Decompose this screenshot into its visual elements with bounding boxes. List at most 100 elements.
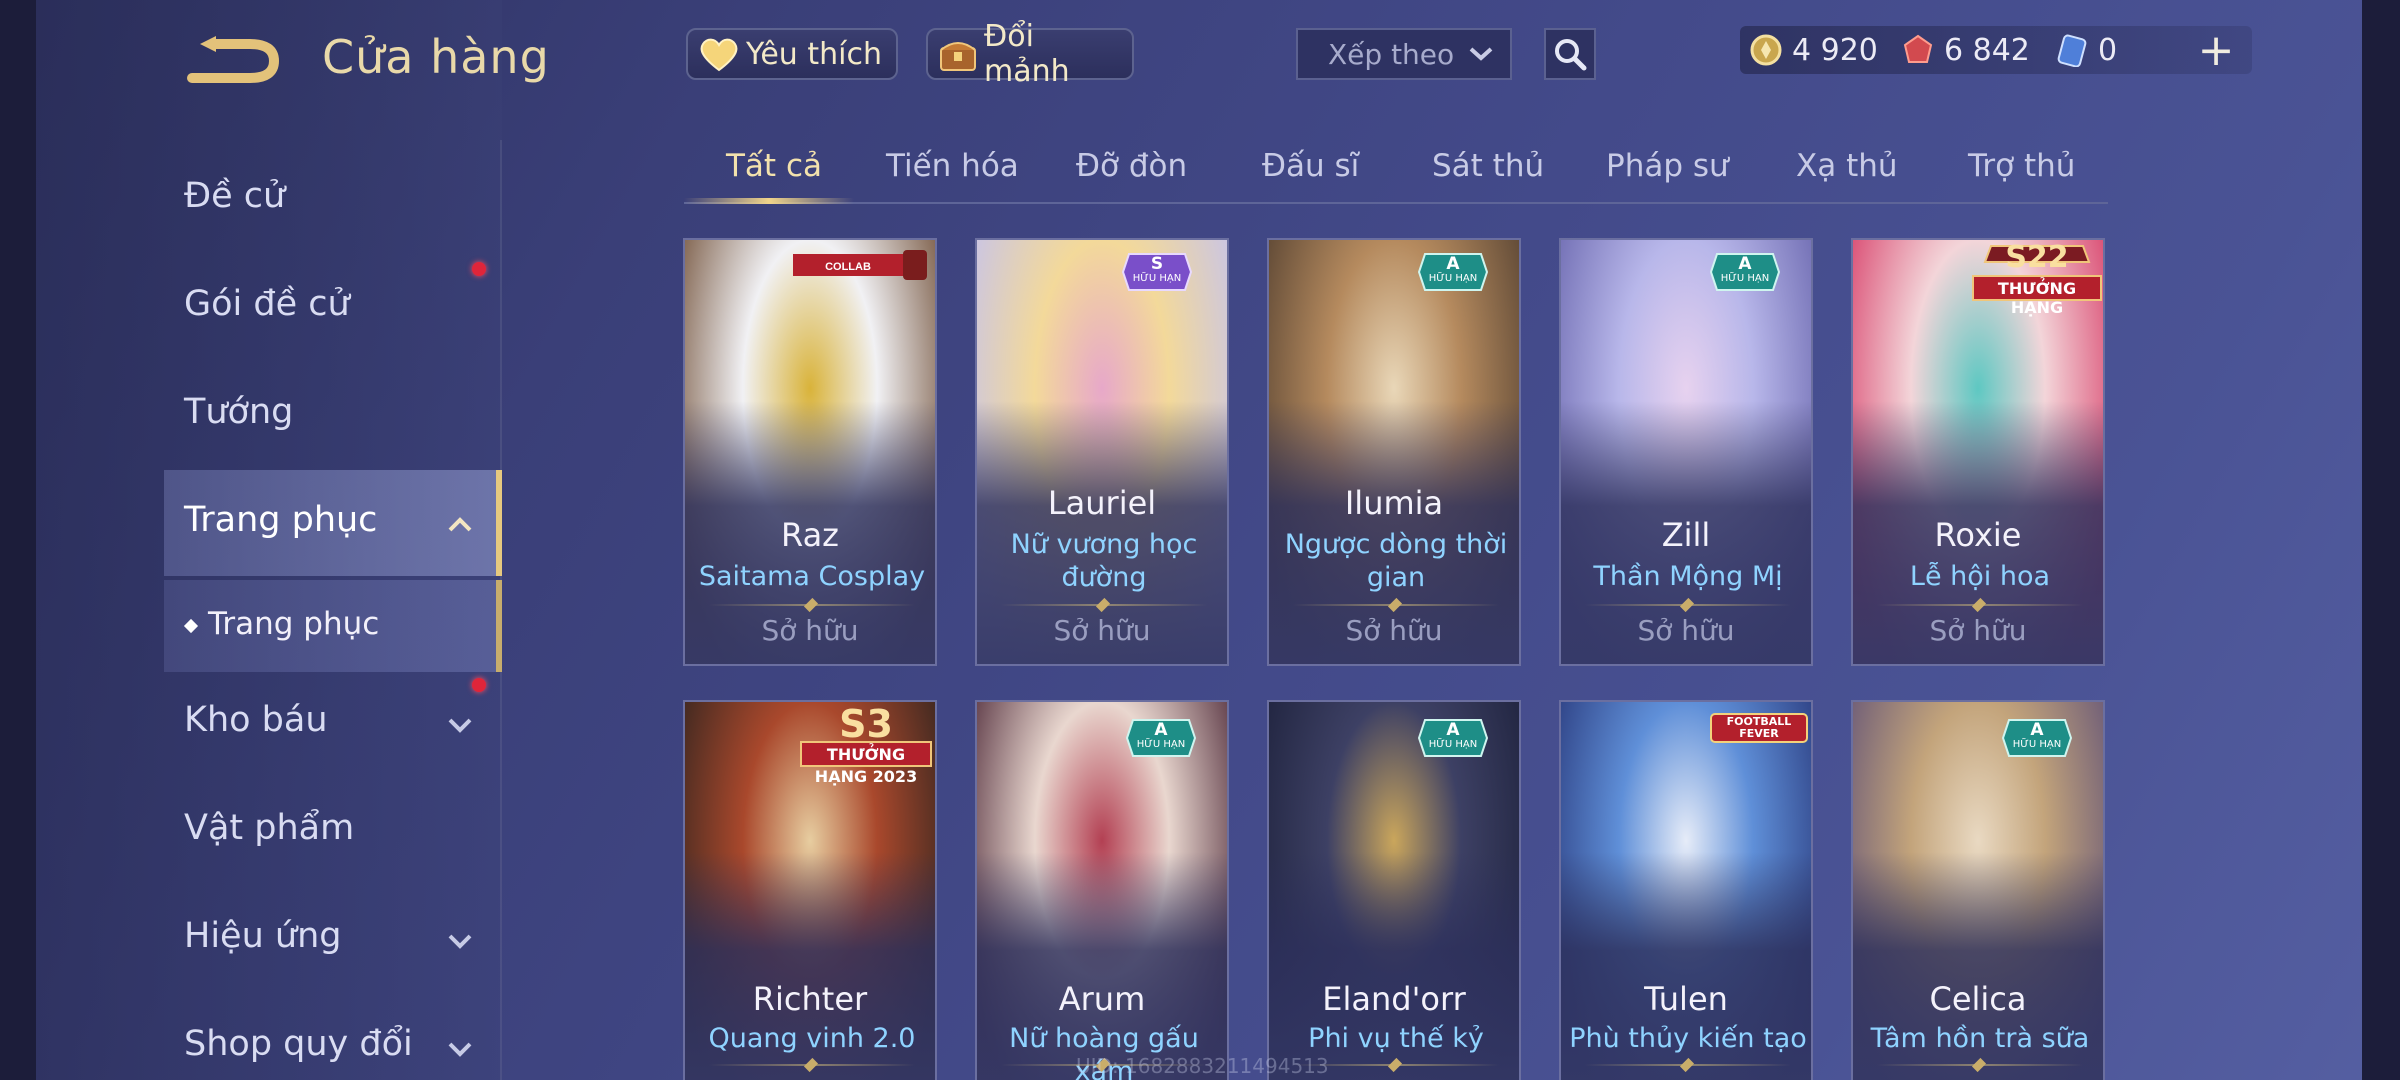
tab-support[interactable]: Trợ thủ [1968,148,2075,184]
search-icon [1555,39,1587,71]
back-arrow-icon [187,36,280,83]
diamond-bullet-icon [183,618,199,633]
rarity-badge: A HỮU HẠN [1417,250,1489,294]
card-divider [1001,604,1207,606]
category-tabs: Tất cả Tiến hóa Đỡ đòn Đấu sĩ Sát thủ Ph… [684,140,2108,204]
skin-name: Saitama Cosplay [698,561,926,592]
left-letterbox [0,0,36,1080]
badge-label: THƯỞNG HẠNG [1997,279,2077,317]
sidebar-item-items[interactable]: Vật phẩm [184,808,354,848]
red-gem-icon [1900,32,1936,68]
tab-fighter[interactable]: Đấu sĩ [1262,148,1359,184]
owned-status: Sở hữu [1637,614,1735,647]
chevron-down-icon [1469,47,1493,61]
sidebar-item-effects[interactable]: Hiệu ứng [184,916,341,956]
user-id-watermark: UID: 1682883211494513 [1076,1054,1329,1078]
badge-label: HỮU HẠN [2012,739,2062,750]
voucher-amount: 6 842 [1944,32,2030,68]
skin-card[interactable]: S HỮU HẠN Lauriel Nữ vương học đường Sở … [975,238,1229,666]
skin-name: Phi vụ thế kỷ [1308,1023,1484,1054]
sidebar-item-skins[interactable]: Trang phục [184,500,377,540]
skin-card[interactable]: FOOTBALL FEVER Tulen Phù thủy kiến tạo [1559,700,1813,1080]
owned-status: Sở hữu [1053,614,1151,647]
badge-label: HỮU HẠN [1720,273,1770,284]
hero-name: Roxie [1934,516,2022,554]
chevron-down-icon [448,718,472,733]
hero-name: Zill [1661,516,1711,554]
skin-name: Ngược dòng thời gian [1284,529,1508,593]
skin-card[interactable]: COLLAB Raz Saitama Cosplay Sở hữu [683,238,937,666]
shop-screen: Cửa hàng Yêu thích Đổi mảnh Xếp theo 4 9… [0,0,2400,1080]
badge-grade: S22 [2005,240,2069,275]
svg-text:COLLAB: COLLAB [825,261,871,273]
hero-name: Ilumia [1344,484,1444,522]
tab-marksman[interactable]: Xạ thủ [1796,148,1898,184]
tab-mage[interactable]: Pháp sư [1606,148,1729,184]
tab-assassin[interactable]: Sát thủ [1432,148,1544,184]
add-currency-button[interactable]: + [2194,24,2238,76]
gold-currency: 4 920 [1748,26,1878,74]
ticket-currency: 0 [2054,26,2117,74]
tab-evolution[interactable]: Tiến hóa [886,148,1019,184]
sidebar-subitem-label: Trang phục [208,606,380,642]
hero-name: Lauriel [1047,484,1157,522]
exchange-fragments-button[interactable]: Đổi mảnh [926,19,1134,89]
hero-name: Arum [1058,980,1146,1018]
card-divider [1293,604,1499,606]
sidebar-item-recommended-packs[interactable]: Gói đề cử [184,284,350,324]
badge-label: HỮU HẠN [1428,273,1478,284]
notification-dot [472,678,486,692]
skin-card[interactable]: A HỮU HẠN Eland'orr Phi vụ thế kỷ [1267,700,1521,1080]
skin-card[interactable]: A HỮU HẠN Arum Nữ hoàng gấu xám [975,700,1229,1080]
tab-tank[interactable]: Đỡ đòn [1076,148,1187,184]
page-title: Cửa hàng [322,30,550,84]
heart-icon [698,33,740,75]
skin-name: Nữ vương học đường [1010,529,1198,593]
sidebar-item-heroes[interactable]: Tướng [184,392,293,432]
search-button[interactable] [1544,28,1596,80]
sidebar-item-exchange-shop[interactable]: Shop quy đổi [184,1024,413,1064]
skin-card[interactable]: A HỮU HẠN Ilumia Ngược dòng thời gian Sở… [1267,238,1521,666]
card-divider [1585,604,1791,606]
back-button[interactable] [186,34,282,88]
hero-name: Richter [752,980,868,1018]
skin-name: Thần Mộng Mị [1593,561,1783,592]
tab-all[interactable]: Tất cả [726,148,822,184]
sort-dropdown[interactable]: Xếp theo [1296,28,1512,80]
gold-coin-icon [1748,32,1784,68]
card-divider [1877,604,2083,606]
owned-status: Sở hữu [1929,614,2027,647]
favorites-button[interactable]: Yêu thích [686,28,898,80]
badge-grade: S3 [839,702,893,746]
hero-name: Celica [1929,980,2027,1018]
skin-card[interactable]: S22 THƯỞNG HẠNG Roxie Lễ hội hoa Sở hữu [1851,238,2105,666]
owned-status: Sở hữu [761,614,859,647]
badge-grade: S [1150,254,1164,274]
rarity-badge: A HỮU HẠN [2001,716,2073,760]
plus-icon: + [2197,24,2235,76]
skin-card[interactable]: A HỮU HẠN Celica Tâm hồn trà sữa [1851,700,2105,1080]
sidebar-item-recommended[interactable]: Đề cử [184,176,285,216]
card-divider [709,1064,915,1066]
active-tab-indicator [684,198,854,204]
skin-name: Tâm hồn trà sữa [1870,1023,2090,1054]
skin-card[interactable]: A HỮU HẠN Zill Thần Mộng Mị Sở hữu [1559,238,1813,666]
sidebar-item-treasure[interactable]: Kho báu [184,700,328,740]
football-fever-badge: FOOTBALL FEVER [1709,710,1809,746]
skin-card[interactable]: S3 THƯỞNG HẠNG 2023 Richter Quang vinh 2… [683,700,937,1080]
exchange-label: Đổi mảnh [984,19,1070,89]
badge-grade: A [1738,254,1752,274]
rarity-badge: A HỮU HẠN [1709,250,1781,294]
skin-name: Lễ hội hoa [1909,561,2051,592]
sort-label: Xếp theo [1328,37,1455,71]
owned-status: Sở hữu [1345,614,1443,647]
badge-label: THƯỞNG HẠNG 2023 [814,745,918,786]
badge-label: HỮU HẠN [1136,739,1186,750]
hero-name: Tulen [1644,980,1728,1018]
collaboration-limited-badge: COLLAB [793,250,927,280]
badge-label: HỮU HẠN [1132,273,1182,284]
chevron-down-icon [448,934,472,949]
rank-reward-badge: S22 THƯỞNG HẠNG [1971,240,2103,317]
sidebar-subitem-skins[interactable]: Trang phục [183,606,380,642]
rarity-badge: A HỮU HẠN [1125,716,1197,760]
